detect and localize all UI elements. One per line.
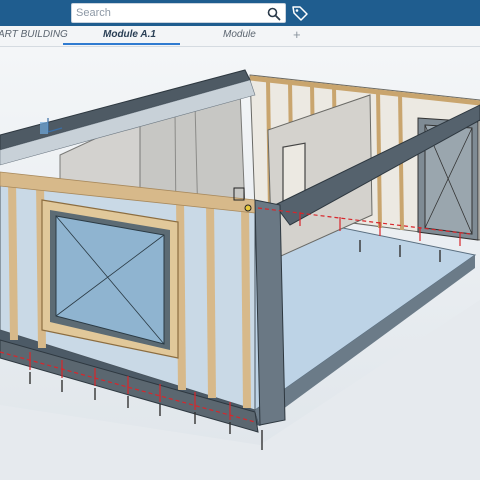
tag-icon[interactable] bbox=[291, 4, 309, 22]
3d-model-viewport[interactable] bbox=[0, 47, 480, 480]
corner-column bbox=[254, 199, 286, 426]
tab-module-a1[interactable]: Module A.1 bbox=[103, 29, 156, 40]
active-tab-indicator bbox=[63, 43, 180, 45]
search-icon[interactable] bbox=[267, 7, 281, 21]
search-box[interactable] bbox=[71, 3, 286, 23]
tab-art-building[interactable]: ART BUILDING bbox=[0, 29, 68, 40]
add-tab-button[interactable]: + bbox=[293, 27, 301, 42]
building-model-render bbox=[0, 47, 480, 480]
search-input[interactable] bbox=[76, 6, 261, 20]
top-app-bar bbox=[0, 0, 480, 26]
window bbox=[41, 199, 179, 359]
tab-module[interactable]: Module bbox=[223, 29, 256, 40]
tab-bar: ART BUILDING Module A.1 Module + bbox=[0, 26, 480, 47]
